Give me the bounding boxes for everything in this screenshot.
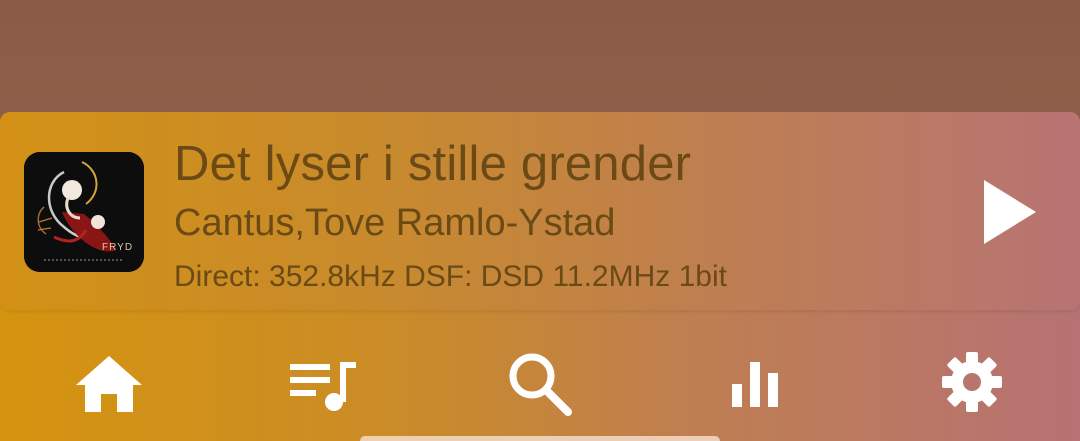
track-format: Direct: 352.8kHz DSF: DSD 11.2MHz 1bit	[174, 260, 727, 293]
background-top	[0, 0, 1080, 120]
nav-stats[interactable]	[711, 340, 801, 430]
nav-queue[interactable]	[278, 340, 368, 430]
album-art[interactable]: FRYD	[24, 152, 144, 272]
play-icon	[984, 180, 1036, 244]
album-art-image: FRYD	[24, 152, 144, 272]
play-button[interactable]	[972, 174, 1044, 250]
home-icon	[76, 356, 142, 412]
nav-home[interactable]	[64, 340, 154, 430]
queue-music-icon	[290, 362, 356, 411]
bar-chart-icon	[732, 362, 778, 407]
bottom-nav	[0, 340, 1080, 430]
track-artist: Cantus,Tove Ramlo-Ystad	[174, 202, 616, 244]
nav-search[interactable]	[494, 340, 584, 430]
search-icon	[509, 353, 572, 416]
gear-icon	[942, 352, 1002, 412]
nav-settings[interactable]	[927, 340, 1017, 430]
home-indicator[interactable]	[360, 436, 720, 441]
mini-player[interactable]: FRYD Det lyser i stille grender Cantus,T…	[0, 112, 1080, 310]
album-art-text: FRYD	[102, 242, 133, 253]
track-title: Det lyser i stille grender	[174, 137, 692, 191]
